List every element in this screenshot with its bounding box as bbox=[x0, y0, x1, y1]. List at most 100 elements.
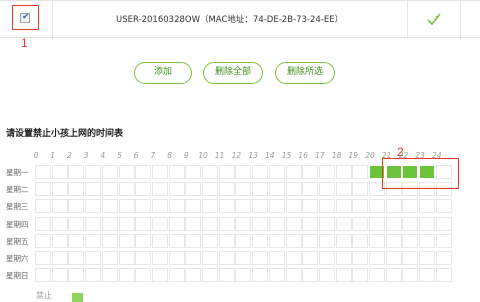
schedule-cell[interactable] bbox=[35, 165, 51, 179]
schedule-cell[interactable] bbox=[402, 199, 419, 214]
schedule-cell[interactable] bbox=[151, 268, 168, 283]
schedule-cell[interactable] bbox=[185, 182, 202, 197]
schedule-cell[interactable] bbox=[51, 165, 68, 179]
add-button[interactable]: 添加 bbox=[134, 62, 192, 84]
schedule-cell[interactable] bbox=[285, 199, 302, 214]
schedule-cell[interactable] bbox=[335, 182, 352, 197]
schedule-cell[interactable] bbox=[268, 182, 285, 197]
schedule-cell[interactable] bbox=[335, 251, 352, 265]
schedule-cell[interactable] bbox=[118, 268, 135, 283]
schedule-cell[interactable] bbox=[101, 268, 118, 283]
schedule-cell[interactable] bbox=[35, 251, 51, 265]
schedule-cell[interactable] bbox=[369, 216, 385, 231]
schedule-cell[interactable] bbox=[185, 199, 202, 214]
schedule-cell[interactable] bbox=[51, 216, 68, 231]
schedule-cell[interactable] bbox=[202, 165, 218, 179]
schedule-cell[interactable] bbox=[235, 233, 252, 248]
delete-selected-button[interactable]: 删除所选 bbox=[275, 62, 335, 84]
schedule-cell[interactable] bbox=[302, 165, 319, 179]
schedule-cell[interactable] bbox=[168, 268, 185, 283]
schedule-cell[interactable] bbox=[369, 233, 385, 248]
schedule-cell[interactable] bbox=[335, 233, 352, 248]
schedule-cell[interactable] bbox=[135, 199, 152, 214]
schedule-cell[interactable] bbox=[85, 199, 102, 214]
schedule-cell[interactable] bbox=[68, 165, 85, 179]
schedule-cell[interactable] bbox=[252, 251, 269, 265]
schedule-cell[interactable] bbox=[151, 182, 168, 197]
schedule-cell[interactable] bbox=[185, 233, 202, 248]
schedule-cell[interactable] bbox=[85, 182, 102, 197]
schedule-cell[interactable] bbox=[118, 199, 135, 214]
schedule-cell[interactable] bbox=[68, 199, 85, 214]
schedule-cell[interactable] bbox=[268, 216, 285, 231]
schedule-cell[interactable] bbox=[352, 199, 369, 214]
schedule-cell[interactable] bbox=[235, 182, 252, 197]
schedule-cell[interactable] bbox=[51, 268, 68, 283]
schedule-cell[interactable] bbox=[68, 216, 85, 231]
schedule-cell[interactable] bbox=[118, 182, 135, 197]
delete-all-button[interactable]: 删除全部 bbox=[203, 62, 263, 84]
schedule-cell[interactable] bbox=[68, 251, 85, 265]
schedule-cell[interactable] bbox=[402, 268, 419, 283]
schedule-cell[interactable] bbox=[419, 251, 436, 265]
schedule-cell[interactable] bbox=[135, 251, 152, 265]
schedule-cell[interactable] bbox=[285, 216, 302, 231]
schedule-cell[interactable] bbox=[268, 251, 285, 265]
schedule-cell[interactable] bbox=[335, 268, 352, 283]
schedule-cell[interactable] bbox=[135, 268, 152, 283]
schedule-cell[interactable] bbox=[335, 199, 352, 214]
schedule-cell[interactable] bbox=[335, 216, 352, 231]
schedule-cell[interactable] bbox=[202, 199, 218, 214]
schedule-cell[interactable] bbox=[168, 233, 185, 248]
schedule-cell[interactable] bbox=[419, 268, 436, 283]
schedule-cell[interactable] bbox=[168, 199, 185, 214]
schedule-cell[interactable] bbox=[318, 268, 335, 283]
schedule-cell[interactable] bbox=[369, 251, 385, 265]
schedule-cell[interactable] bbox=[385, 233, 402, 248]
schedule-cell[interactable] bbox=[302, 182, 319, 197]
schedule-cell[interactable] bbox=[402, 251, 419, 265]
schedule-cell[interactable] bbox=[352, 216, 369, 231]
schedule-cell[interactable] bbox=[302, 233, 319, 248]
schedule-cell[interactable] bbox=[218, 268, 235, 283]
schedule-cell[interactable] bbox=[68, 182, 85, 197]
schedule-cell[interactable] bbox=[35, 233, 51, 248]
schedule-cell[interactable] bbox=[285, 251, 302, 265]
schedule-cell[interactable] bbox=[268, 268, 285, 283]
schedule-cell[interactable] bbox=[252, 216, 269, 231]
schedule-cell[interactable] bbox=[85, 165, 102, 179]
schedule-cell[interactable] bbox=[101, 251, 118, 265]
schedule-cell[interactable] bbox=[235, 268, 252, 283]
schedule-cell[interactable] bbox=[318, 233, 335, 248]
schedule-cell[interactable] bbox=[235, 199, 252, 214]
edit-icon[interactable] bbox=[426, 12, 442, 26]
schedule-cell[interactable] bbox=[101, 216, 118, 231]
schedule-cell[interactable] bbox=[202, 182, 218, 197]
schedule-cell[interactable] bbox=[385, 199, 402, 214]
schedule-cell[interactable] bbox=[268, 233, 285, 248]
schedule-cell[interactable] bbox=[218, 182, 235, 197]
schedule-cell[interactable] bbox=[218, 251, 235, 265]
schedule-cell[interactable] bbox=[151, 251, 168, 265]
schedule-cell[interactable] bbox=[268, 199, 285, 214]
schedule-cell[interactable] bbox=[385, 216, 402, 231]
schedule-cell[interactable] bbox=[218, 199, 235, 214]
schedule-cell[interactable] bbox=[218, 233, 235, 248]
schedule-cell[interactable] bbox=[68, 268, 85, 283]
schedule-cell[interactable] bbox=[185, 165, 202, 179]
schedule-cell[interactable] bbox=[318, 199, 335, 214]
schedule-cell[interactable] bbox=[151, 165, 168, 179]
schedule-cell[interactable] bbox=[151, 233, 168, 248]
schedule-cell[interactable] bbox=[118, 251, 135, 265]
schedule-cell[interactable] bbox=[252, 182, 269, 197]
schedule-cell[interactable] bbox=[435, 216, 452, 231]
schedule-cell[interactable] bbox=[352, 251, 369, 265]
schedule-cell[interactable] bbox=[185, 251, 202, 265]
schedule-cell[interactable] bbox=[435, 251, 452, 265]
schedule-cell[interactable] bbox=[302, 199, 319, 214]
schedule-cell[interactable] bbox=[352, 268, 369, 283]
schedule-cell[interactable] bbox=[252, 268, 269, 283]
schedule-cell[interactable] bbox=[252, 233, 269, 248]
schedule-cell[interactable] bbox=[302, 251, 319, 265]
schedule-cell[interactable] bbox=[352, 182, 369, 197]
